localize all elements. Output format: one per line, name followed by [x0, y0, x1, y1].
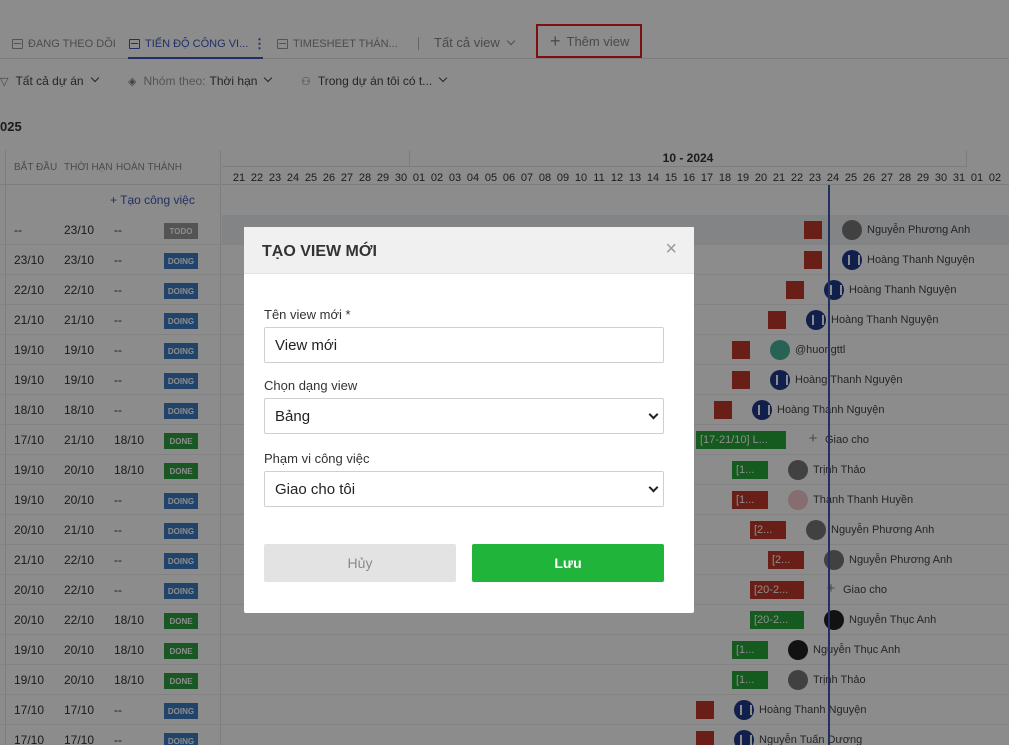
close-icon[interactable]: ×	[665, 239, 677, 259]
scope-label: Phạm vi công việc	[264, 451, 370, 466]
view-type-select[interactable]: Bảng	[264, 398, 664, 434]
app: ĐANG THEO DÕI TIẾN ĐỘ CÔNG VI... ⋮ TIMES…	[0, 0, 1009, 745]
chevron-down-icon	[648, 482, 659, 493]
save-button[interactable]: Lưu	[472, 544, 664, 582]
view-name-input[interactable]: View mới	[264, 327, 664, 363]
create-view-dialog: TẠO VIEW MỚI × Tên view mới * View mới C…	[244, 227, 694, 613]
view-name-label: Tên view mới *	[264, 307, 351, 322]
dialog-header: TẠO VIEW MỚI ×	[244, 227, 694, 274]
dialog-title: TẠO VIEW MỚI	[262, 243, 377, 260]
view-type-label: Chọn dạng view	[264, 378, 358, 393]
scope-select[interactable]: Giao cho tôi	[264, 471, 664, 507]
cancel-button[interactable]: Hủy	[264, 544, 456, 582]
chevron-down-icon	[648, 409, 659, 420]
